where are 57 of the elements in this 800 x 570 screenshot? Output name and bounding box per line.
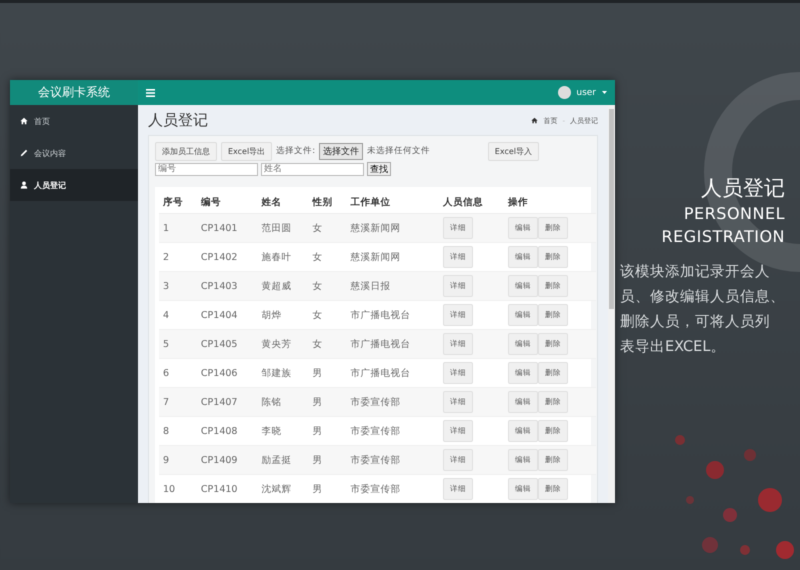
sidebar-item[interactable]: 人员登记 <box>10 169 138 201</box>
table-cell: 女 <box>308 214 347 242</box>
table-cell: 男 <box>308 474 347 503</box>
home-icon <box>531 117 538 124</box>
caret-icon[interactable] <box>602 91 607 94</box>
table-cell: CP1409 <box>196 446 258 474</box>
table-cell: CP1405 <box>196 330 258 358</box>
table-cell: 女 <box>308 330 347 358</box>
table-cell: 慈溪新闻网 <box>346 214 439 242</box>
sidebar-item[interactable]: 首页 <box>10 105 138 137</box>
toolbar-button[interactable]: Excel导出 <box>221 142 272 160</box>
table-cell: 黄央芳 <box>257 330 309 358</box>
brand-title: 会议刷卡系统 <box>10 80 138 105</box>
sidebar-item[interactable]: 会议内容 <box>10 137 138 169</box>
find-button[interactable]: 查找 <box>367 162 391 176</box>
home-icon <box>20 117 28 125</box>
table-cell: 慈溪日报 <box>346 272 439 300</box>
table-cell: 市委宣传部 <box>346 474 439 503</box>
promo-description: 该模块添加记录开会人 员、修改编辑人员信息、 删除人员，可将人员列 表导出EXCEL。 <box>620 263 785 357</box>
file-status: 未选择任何文件 <box>367 145 430 157</box>
table-cell: 7 <box>159 388 197 416</box>
table-cell: 男 <box>308 446 347 474</box>
table-cell: 男 <box>308 388 347 416</box>
table-cell: 5 <box>159 330 197 358</box>
promo-subtitle: PERSONNEL <box>684 203 785 225</box>
search-field[interactable]: 姓名 <box>261 162 364 176</box>
table-cell: 陈铭 <box>257 388 309 416</box>
import-button[interactable]: Excel导入 <box>488 142 539 160</box>
user-menu[interactable]: user <box>576 88 596 98</box>
pencil-icon <box>20 149 28 157</box>
page-title: 人员登记 <box>148 111 208 130</box>
file-label: 选择文件: <box>276 145 316 157</box>
table-cell: CP1407 <box>196 388 258 416</box>
user-icon <box>20 181 28 189</box>
menu-icon[interactable] <box>146 88 155 96</box>
scrollbar[interactable] <box>608 105 615 503</box>
table-cell: 女 <box>308 272 347 300</box>
table-cell: CP1403 <box>196 272 258 300</box>
table-cell: 范田圆 <box>257 214 309 242</box>
table-cell: 励孟挺 <box>257 446 309 474</box>
toolbar-button[interactable]: 添加员工信息 <box>155 142 217 160</box>
table-cell: 黄超威 <box>257 272 309 300</box>
search-field[interactable]: 编号 <box>155 162 258 176</box>
table-cell: 市委宣传部 <box>346 388 439 416</box>
table-cell: CP1410 <box>196 474 258 503</box>
table-cell: 9 <box>159 446 197 474</box>
table-cell: 市委宣传部 <box>346 446 439 474</box>
table-cell: 市广播电视台 <box>346 330 439 358</box>
table-cell: 沈斌辉 <box>257 474 309 503</box>
table-cell: 10 <box>159 474 197 503</box>
choose-file-button[interactable]: 选择文件 <box>319 142 364 160</box>
avatar[interactable] <box>558 86 572 99</box>
table-cell: 3 <box>159 272 197 300</box>
table-cell: CP1401 <box>196 214 258 242</box>
promo-subtitle: REGISTRATION <box>662 226 785 248</box>
promo-title: 人员登记 <box>701 175 785 202</box>
table-cell: 1 <box>159 214 197 242</box>
